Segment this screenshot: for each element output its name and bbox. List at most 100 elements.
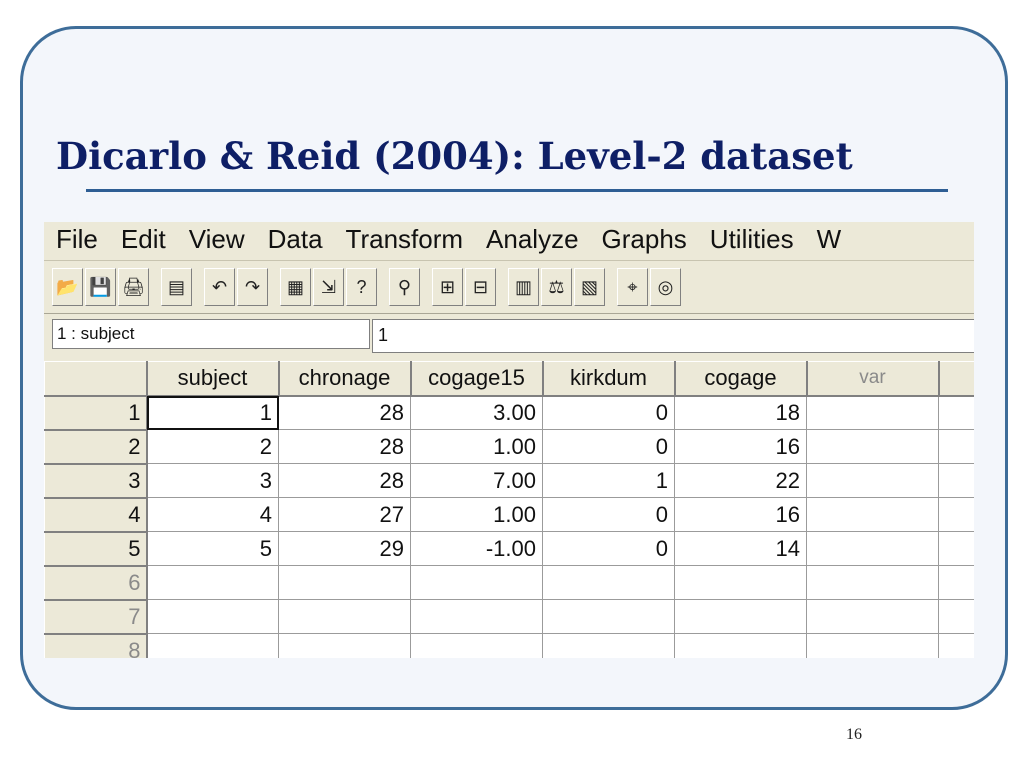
cell-value-field[interactable]: 1 — [372, 319, 974, 353]
grid-cell[interactable] — [278, 599, 411, 634]
grid-cell[interactable] — [938, 429, 974, 464]
grid-cell[interactable]: 0 — [542, 429, 675, 464]
grid-cell[interactable] — [806, 463, 939, 498]
grid-cell[interactable] — [806, 395, 939, 430]
grid-cell[interactable]: 1.00 — [410, 497, 543, 532]
row-header[interactable]: 4 — [44, 497, 148, 533]
grid-cell[interactable] — [806, 633, 939, 658]
print-button[interactable]: 🖨 — [118, 268, 149, 306]
grid-cell[interactable]: 1 — [542, 463, 675, 498]
row-header[interactable]: 1 — [44, 395, 148, 431]
grid-corner[interactable] — [44, 361, 148, 397]
column-header-subject[interactable]: subject — [146, 361, 280, 397]
save-button[interactable]: 💾 — [85, 268, 116, 306]
column-header-cogage15[interactable]: cogage15 — [410, 361, 544, 397]
grid-cell[interactable]: 18 — [674, 395, 807, 430]
menu-item-view[interactable]: View — [189, 224, 245, 254]
grid-cell[interactable]: 2 — [146, 429, 279, 464]
grid-cell[interactable]: 27 — [278, 497, 411, 532]
grid-cell[interactable] — [146, 633, 279, 658]
grid-cell[interactable] — [278, 633, 411, 658]
grid-cell[interactable] — [674, 633, 807, 658]
grid-cell[interactable]: 3 — [146, 463, 279, 498]
grid-cell[interactable] — [938, 565, 974, 600]
menu-item-edit[interactable]: Edit — [121, 224, 166, 254]
row-header[interactable]: 8 — [44, 633, 148, 658]
grid-cell[interactable]: 28 — [278, 395, 411, 430]
grid-cell[interactable] — [146, 565, 279, 600]
grid-cell[interactable]: 7.00 — [410, 463, 543, 498]
grid-cell[interactable] — [806, 429, 939, 464]
value-labels-button[interactable]: ⌖ — [617, 268, 648, 306]
grid-cell[interactable] — [674, 565, 807, 600]
undo-button[interactable]: ↶ — [204, 268, 235, 306]
grid-cell[interactable]: 16 — [674, 429, 807, 464]
grid-cell[interactable] — [542, 565, 675, 600]
insert-variable-button[interactable]: ⊟ — [465, 268, 496, 306]
goto-case-button[interactable]: ⇲ — [313, 268, 344, 306]
grid-cell[interactable]: 1.00 — [410, 429, 543, 464]
grid-cell[interactable] — [278, 565, 411, 600]
open-folder-button[interactable]: 📂 — [52, 268, 83, 306]
menu-item-transform[interactable]: Transform — [346, 224, 464, 254]
grid-cell[interactable]: 16 — [674, 497, 807, 532]
grid-cell[interactable]: 28 — [278, 429, 411, 464]
grid-cell[interactable]: 22 — [674, 463, 807, 498]
find-button[interactable]: ⚲ — [389, 268, 420, 306]
menu-item-data[interactable]: Data — [268, 224, 323, 254]
grid-cell[interactable]: 0 — [542, 395, 675, 430]
grid-cell[interactable] — [806, 497, 939, 532]
grid-cell[interactable] — [938, 497, 974, 532]
row-header[interactable]: 5 — [44, 531, 148, 567]
split-file-button[interactable]: ▥ — [508, 268, 539, 306]
insert-cases-button[interactable]: ⊞ — [432, 268, 463, 306]
goto-chart-button[interactable]: ▦ — [280, 268, 311, 306]
row-header[interactable]: 6 — [44, 565, 148, 601]
dialog-recall-button[interactable]: ▤ — [161, 268, 192, 306]
use-sets-button[interactable]: ◎ — [650, 268, 681, 306]
grid-cell[interactable] — [806, 531, 939, 566]
menu-item-file[interactable]: File — [56, 224, 98, 254]
grid-cell[interactable] — [410, 565, 543, 600]
column-header-cogage[interactable]: cogage — [674, 361, 808, 397]
column-header-next[interactable] — [938, 361, 974, 397]
row-header[interactable]: 3 — [44, 463, 148, 499]
grid-cell[interactable]: 3.00 — [410, 395, 543, 430]
grid-cell[interactable] — [542, 599, 675, 634]
select-cases-button[interactable]: ▧ — [574, 268, 605, 306]
grid-cell[interactable]: 14 — [674, 531, 807, 566]
grid-cell[interactable]: 4 — [146, 497, 279, 532]
grid-cell[interactable]: -1.00 — [410, 531, 543, 566]
redo-button[interactable]: ↷ — [237, 268, 268, 306]
column-header-kirkdum[interactable]: kirkdum — [542, 361, 676, 397]
grid-cell[interactable] — [938, 395, 974, 430]
grid-cell[interactable] — [938, 633, 974, 658]
grid-cell[interactable]: 0 — [542, 531, 675, 566]
column-header-chronage[interactable]: chronage — [278, 361, 412, 397]
column-header-var[interactable]: var — [806, 361, 940, 397]
menu-item-graphs[interactable]: Graphs — [602, 224, 687, 254]
weight-cases-button[interactable]: ⚖ — [541, 268, 572, 306]
grid-cell[interactable]: 5 — [146, 531, 279, 566]
grid-cell[interactable]: 28 — [278, 463, 411, 498]
grid-cell[interactable]: 1 — [146, 395, 279, 430]
menu-item-analyze[interactable]: Analyze — [486, 224, 579, 254]
grid-cell[interactable] — [674, 599, 807, 634]
grid-cell[interactable]: 29 — [278, 531, 411, 566]
menu-item-w[interactable]: W — [817, 224, 842, 254]
grid-cell[interactable] — [806, 565, 939, 600]
grid-cell[interactable] — [542, 633, 675, 658]
row-header[interactable]: 7 — [44, 599, 148, 635]
cell-reference-field[interactable]: 1 : subject — [52, 319, 370, 349]
grid-cell[interactable]: 0 — [542, 497, 675, 532]
grid-cell[interactable] — [938, 463, 974, 498]
grid-cell[interactable] — [146, 599, 279, 634]
variables-button[interactable]: ? — [346, 268, 377, 306]
grid-cell[interactable] — [410, 633, 543, 658]
grid-cell[interactable] — [938, 599, 974, 634]
menu-item-utilities[interactable]: Utilities — [710, 224, 794, 254]
grid-cell[interactable] — [410, 599, 543, 634]
grid-cell[interactable] — [806, 599, 939, 634]
row-header[interactable]: 2 — [44, 429, 148, 465]
grid-cell[interactable] — [938, 531, 974, 566]
